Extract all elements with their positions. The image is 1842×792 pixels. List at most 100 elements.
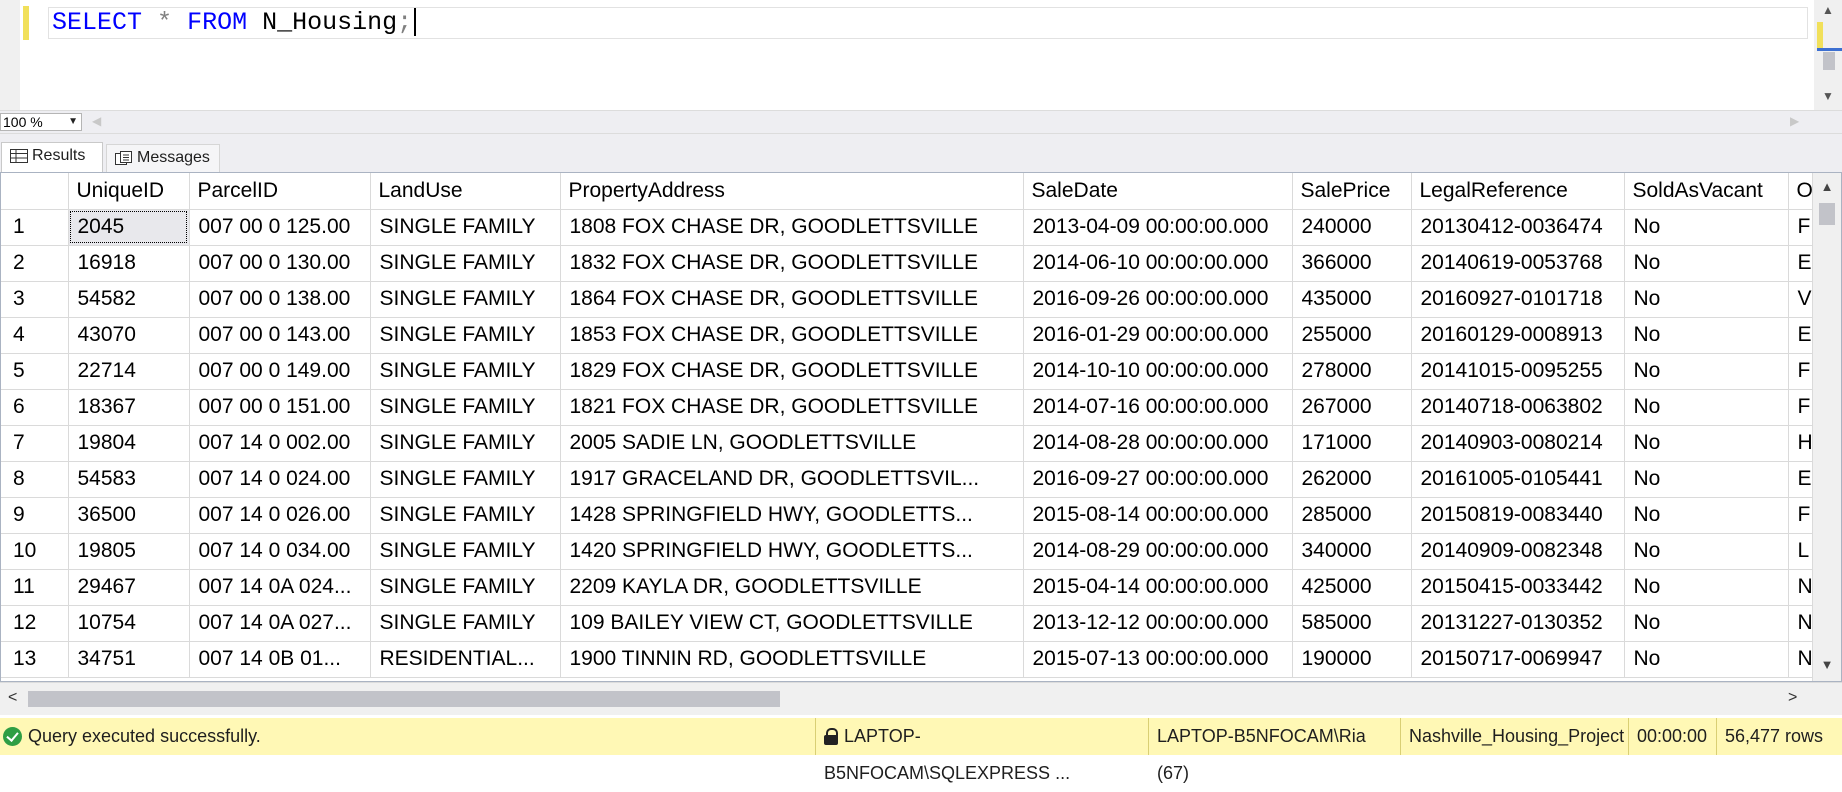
table-cell[interactable]: 2016-09-27 00:00:00.000 — [1023, 461, 1293, 498]
table-cell[interactable]: 54582 — [68, 281, 190, 318]
table-cell[interactable]: 20140909-0082348 — [1411, 533, 1625, 570]
table-cell[interactable]: 29467 — [68, 569, 190, 606]
table-cell[interactable]: E — [1788, 245, 1816, 282]
table-row[interactable]: 10 19805 007 14 0 034.00 SINGLE FAMILY 1420 … — [1, 533, 1816, 570]
table-cell[interactable]: 007 14 0A 027... — [189, 605, 371, 642]
table-cell[interactable]: 2045 — [68, 209, 190, 246]
table-cell[interactable]: No — [1624, 641, 1789, 678]
table-cell[interactable]: 267000 — [1292, 389, 1412, 426]
table-cell[interactable]: 255000 — [1292, 317, 1412, 354]
table-cell[interactable]: 007 00 0 149.00 — [189, 353, 371, 390]
table-cell[interactable]: SINGLE FAMILY — [370, 605, 561, 642]
table-cell[interactable]: 007 00 0 143.00 — [189, 317, 371, 354]
table-row[interactable]: 11 29467 007 14 0A 024... SINGLE FAMILY 2209… — [1, 569, 1816, 606]
table-row[interactable]: 6 18367 007 00 0 151.00 SINGLE FAMILY 1821 F… — [1, 389, 1816, 426]
column-header[interactable]: LandUse — [370, 173, 561, 210]
row-number[interactable]: 3 — [1, 281, 69, 318]
row-number[interactable]: 2 — [1, 245, 69, 282]
table-cell[interactable]: 1832 FOX CHASE DR, GOODLETTSVILLE — [560, 245, 1024, 282]
query-editor[interactable]: SELECT * FROM N_Housing; ▲ ▼ — [0, 0, 1842, 110]
row-number[interactable]: 8 — [1, 461, 69, 498]
column-header[interactable]: ParcelID — [189, 173, 371, 210]
results-grid[interactable]: UniqueID ParcelID LandUse PropertyAddres… — [0, 172, 1842, 682]
tab-results[interactable]: Results — [1, 142, 103, 172]
table-cell[interactable]: 34751 — [68, 641, 190, 678]
table-cell[interactable]: 10754 — [68, 605, 190, 642]
table-row[interactable]: 12 10754 007 14 0A 027... SINGLE FAMILY 109 … — [1, 605, 1816, 642]
table-cell[interactable]: 2016-01-29 00:00:00.000 — [1023, 317, 1293, 354]
table-cell[interactable]: No — [1624, 533, 1789, 570]
table-cell[interactable]: F — [1788, 209, 1816, 246]
grid-hscroll-thumb[interactable] — [28, 691, 780, 707]
scroll-down-icon[interactable]: ▼ — [1813, 657, 1841, 672]
table-cell[interactable]: 425000 — [1292, 569, 1412, 606]
table-cell[interactable]: 1829 FOX CHASE DR, GOODLETTSVILLE — [560, 353, 1024, 390]
table-cell[interactable]: 20160129-0008913 — [1411, 317, 1625, 354]
table-cell[interactable]: 2015-07-13 00:00:00.000 — [1023, 641, 1293, 678]
table-cell[interactable]: 262000 — [1292, 461, 1412, 498]
row-number[interactable]: 5 — [1, 353, 69, 390]
table-cell[interactable]: 240000 — [1292, 209, 1412, 246]
table-cell[interactable]: 007 14 0 002.00 — [189, 425, 371, 462]
table-cell[interactable]: 20140903-0080214 — [1411, 425, 1625, 462]
table-cell[interactable]: No — [1624, 461, 1789, 498]
table-cell[interactable]: 109 BAILEY VIEW CT, GOODLETTSVILLE — [560, 605, 1024, 642]
table-cell[interactable]: 2013-04-09 00:00:00.000 — [1023, 209, 1293, 246]
table-cell[interactable]: No — [1624, 353, 1789, 390]
table-cell[interactable]: 435000 — [1292, 281, 1412, 318]
scroll-right-icon[interactable]: ▶ — [1790, 114, 1799, 128]
table-cell[interactable]: 18367 — [68, 389, 190, 426]
table-row[interactable]: 8 54583 007 14 0 024.00 SINGLE FAMILY 1917 G… — [1, 461, 1816, 498]
table-cell[interactable]: 20150717-0069947 — [1411, 641, 1625, 678]
table-cell[interactable]: 2014-07-16 00:00:00.000 — [1023, 389, 1293, 426]
scroll-left-icon[interactable]: ◀ — [92, 114, 101, 128]
editor-scroll-thumb[interactable] — [1823, 52, 1835, 70]
editor-vertical-scrollbar[interactable]: ▲ ▼ — [1814, 0, 1842, 110]
table-cell[interactable]: 2013-12-12 00:00:00.000 — [1023, 605, 1293, 642]
table-cell[interactable]: 007 14 0A 024... — [189, 569, 371, 606]
table-cell[interactable]: 585000 — [1292, 605, 1412, 642]
table-cell[interactable]: 20130412-0036474 — [1411, 209, 1625, 246]
table-cell[interactable]: 007 14 0B 01... — [189, 641, 371, 678]
table-cell[interactable]: SINGLE FAMILY — [370, 317, 561, 354]
tab-messages[interactable]: Messages — [106, 144, 220, 172]
table-cell[interactable]: 1821 FOX CHASE DR, GOODLETTSVILLE — [560, 389, 1024, 426]
column-header-rownum[interactable] — [1, 173, 69, 210]
table-cell[interactable]: 1900 TINNIN RD, GOODLETTSVILLE — [560, 641, 1024, 678]
sql-code-line[interactable]: SELECT * FROM N_Housing; — [48, 7, 1808, 39]
column-header[interactable]: O — [1788, 173, 1816, 210]
table-cell[interactable]: 007 14 0 026.00 — [189, 497, 371, 534]
table-cell[interactable]: SINGLE FAMILY — [370, 389, 561, 426]
table-cell[interactable]: H — [1788, 425, 1816, 462]
table-cell[interactable]: 007 14 0 024.00 — [189, 461, 371, 498]
table-cell[interactable]: 20140619-0053768 — [1411, 245, 1625, 282]
row-number[interactable]: 6 — [1, 389, 69, 426]
table-cell[interactable]: 20140718-0063802 — [1411, 389, 1625, 426]
table-cell[interactable]: 20150819-0083440 — [1411, 497, 1625, 534]
table-row[interactable]: 4 43070 007 00 0 143.00 SINGLE FAMILY 1853 F… — [1, 317, 1816, 354]
table-cell[interactable]: SINGLE FAMILY — [370, 209, 561, 246]
table-cell[interactable]: 2015-08-14 00:00:00.000 — [1023, 497, 1293, 534]
table-cell[interactable]: E — [1788, 317, 1816, 354]
row-number[interactable]: 1 — [1, 209, 69, 246]
table-cell[interactable]: 19805 — [68, 533, 190, 570]
scroll-up-icon[interactable]: ▲ — [1813, 179, 1841, 194]
table-cell[interactable]: 366000 — [1292, 245, 1412, 282]
table-cell[interactable]: 2014-06-10 00:00:00.000 — [1023, 245, 1293, 282]
table-cell[interactable]: 22714 — [68, 353, 190, 390]
table-cell[interactable]: SINGLE FAMILY — [370, 569, 561, 606]
dropdown-arrow-icon[interactable]: ▼ — [68, 114, 78, 130]
zoom-select[interactable]: 100 % ▼ — [0, 113, 82, 131]
table-cell[interactable]: No — [1624, 425, 1789, 462]
table-cell[interactable]: SINGLE FAMILY — [370, 353, 561, 390]
table-cell[interactable]: N — [1788, 605, 1816, 642]
scroll-up-icon[interactable]: ▲ — [1814, 0, 1842, 20]
table-cell[interactable]: 2015-04-14 00:00:00.000 — [1023, 569, 1293, 606]
scroll-right-icon[interactable]: > — [1788, 689, 1797, 707]
row-number[interactable]: 10 — [1, 533, 69, 570]
table-cell[interactable]: 16918 — [68, 245, 190, 282]
table-row[interactable]: 3 54582 007 00 0 138.00 SINGLE FAMILY 1864 F… — [1, 281, 1816, 318]
table-cell[interactable]: 278000 — [1292, 353, 1412, 390]
table-cell[interactable]: 171000 — [1292, 425, 1412, 462]
table-cell[interactable]: 007 14 0 034.00 — [189, 533, 371, 570]
